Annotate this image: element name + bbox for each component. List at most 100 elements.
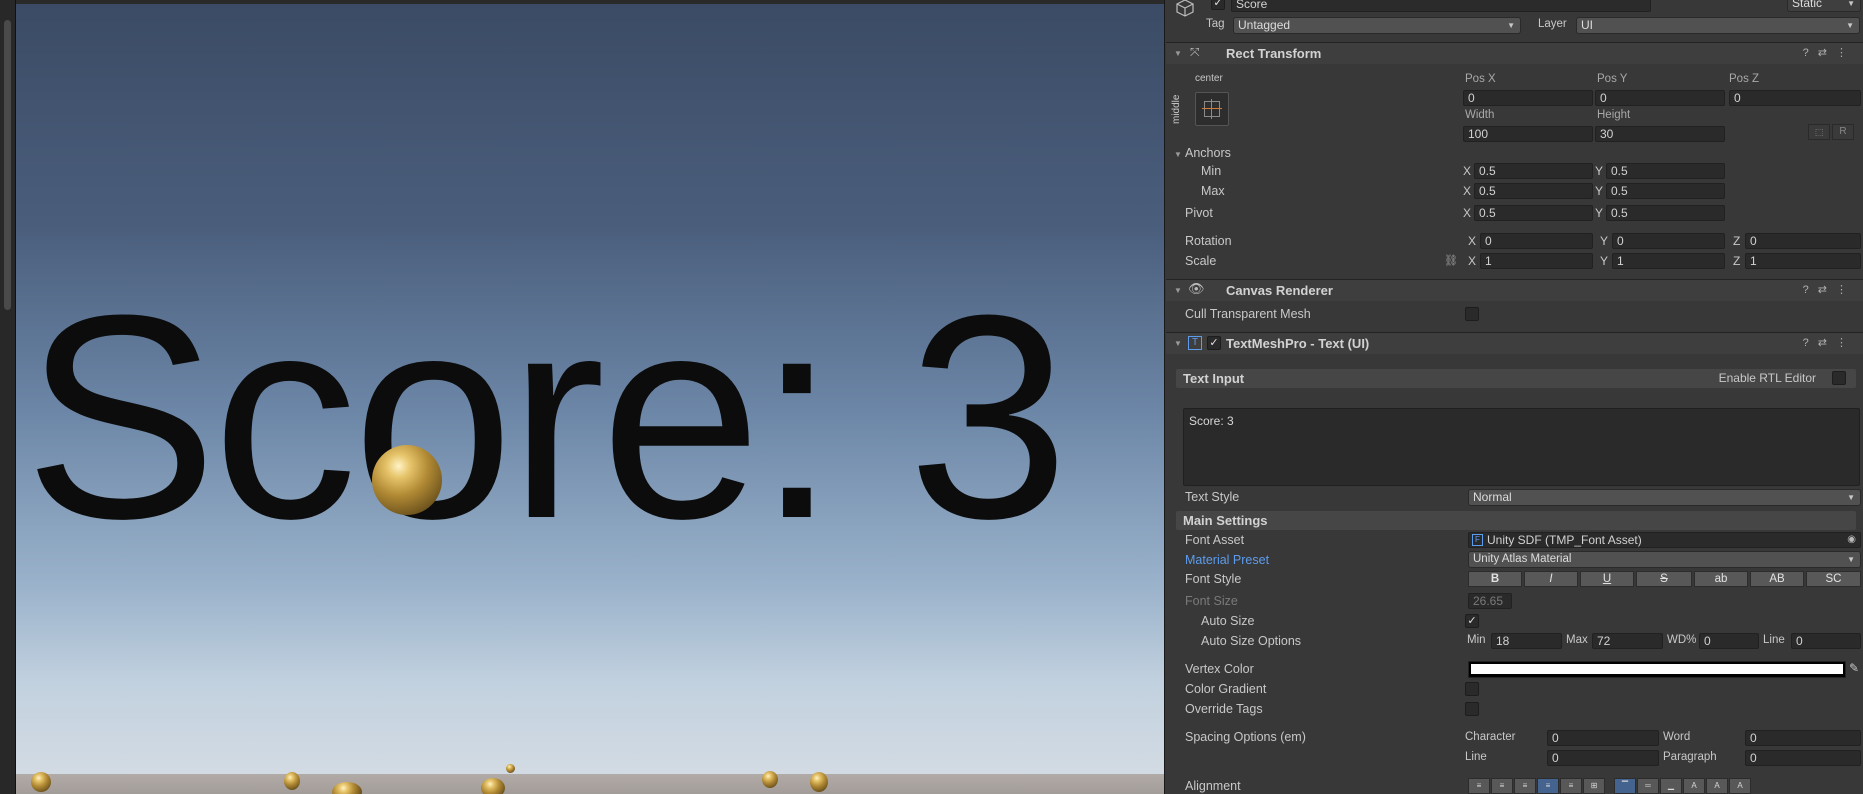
scene-scrollbar[interactable] xyxy=(4,20,11,310)
align-baseline-icon[interactable]: A xyxy=(1683,778,1705,794)
lowercase-button[interactable]: ab xyxy=(1694,571,1748,587)
height-field[interactable]: 30 xyxy=(1595,126,1725,142)
width-field[interactable]: 100 xyxy=(1463,126,1593,142)
component-menu-icons[interactable]: ?⇄⋮ xyxy=(1803,46,1856,59)
pos-y-field[interactable]: 0 xyxy=(1595,90,1725,106)
bold-button[interactable]: B xyxy=(1468,571,1522,587)
cull-transparent-mesh-checkbox[interactable] xyxy=(1465,307,1479,321)
align-top-icon[interactable]: ▔ xyxy=(1614,778,1636,794)
rotation-y-field[interactable]: 0 xyxy=(1612,233,1725,249)
component-menu-icons[interactable]: ?⇄⋮ xyxy=(1803,336,1856,349)
paragraph-spacing-field[interactable]: 0 xyxy=(1745,750,1861,766)
component-menu-icons[interactable]: ?⇄⋮ xyxy=(1803,283,1856,296)
uppercase-button[interactable]: AB xyxy=(1750,571,1804,587)
auto-size-wd-field[interactable]: 0 xyxy=(1699,633,1759,649)
rect-transform-title: Rect Transform xyxy=(1226,46,1322,61)
strikethrough-button[interactable]: S xyxy=(1636,571,1692,587)
pos-x-field[interactable]: 0 xyxy=(1463,90,1593,106)
align-left-icon[interactable]: ≡ xyxy=(1468,778,1490,794)
align-middle-icon[interactable]: ═ xyxy=(1637,778,1659,794)
textmeshpro-header[interactable]: ▼ T ✓ TextMeshPro - Text (UI) ?⇄⋮ xyxy=(1166,332,1863,354)
vertex-color-swatch[interactable] xyxy=(1468,661,1846,678)
text-style-dropdown[interactable]: Normal ▼ xyxy=(1468,489,1861,506)
textmeshpro-enabled-checkbox[interactable]: ✓ xyxy=(1207,336,1221,350)
color-gradient-checkbox[interactable] xyxy=(1465,682,1479,696)
line-label: Line xyxy=(1763,634,1785,646)
anchor-min-y-field[interactable]: 0.5 xyxy=(1606,163,1725,179)
override-tags-label: Override Tags xyxy=(1185,702,1263,716)
font-size-field[interactable]: 26.65 xyxy=(1468,593,1512,609)
word-spacing-field[interactable]: 0 xyxy=(1745,730,1861,746)
align-midline-icon[interactable]: A xyxy=(1706,778,1728,794)
smallcaps-button[interactable]: SC xyxy=(1806,571,1861,587)
gameobject-name-field[interactable]: Score xyxy=(1231,0,1651,12)
material-preset-dropdown[interactable]: Unity Atlas Material ▼ xyxy=(1468,551,1861,568)
auto-size-min-field[interactable]: 18 xyxy=(1491,633,1562,649)
rect-transform-header[interactable]: ▼ ⤧ Rect Transform ?⇄⋮ xyxy=(1166,42,1863,64)
auto-size-line-field[interactable]: 0 xyxy=(1791,633,1861,649)
object-picker-icon[interactable]: ◉ xyxy=(1847,533,1856,547)
align-bottom-icon[interactable]: ▁ xyxy=(1660,778,1682,794)
height-label: Height xyxy=(1597,109,1631,121)
canvas-renderer-header[interactable]: ▼ 👁 Canvas Renderer ?⇄⋮ xyxy=(1166,279,1863,301)
rtl-editor-checkbox[interactable] xyxy=(1832,371,1846,385)
static-toggle[interactable]: Static ▼ xyxy=(1787,0,1861,12)
character-spacing-field[interactable]: 0 xyxy=(1547,730,1659,746)
align-geometry-center-icon[interactable]: ⊞ xyxy=(1583,778,1605,794)
static-label: Static xyxy=(1792,0,1823,10)
rotation-z-field[interactable]: 0 xyxy=(1745,233,1861,249)
anchors-foldout-icon[interactable]: ▼ xyxy=(1174,150,1182,159)
axis-x-label: X xyxy=(1463,164,1472,178)
scale-y-field[interactable]: 1 xyxy=(1612,253,1725,269)
rotation-x-field[interactable]: 0 xyxy=(1480,233,1593,249)
min-label: Min xyxy=(1467,634,1486,646)
text-style-value: Normal xyxy=(1473,490,1512,504)
raw-edit-button[interactable]: R xyxy=(1832,124,1854,140)
foldout-arrow-icon[interactable]: ▼ xyxy=(1174,49,1182,58)
axis-z-label: Z xyxy=(1733,234,1741,248)
pivot-x-field[interactable]: 0.5 xyxy=(1474,205,1593,221)
text-component-icon: T xyxy=(1188,336,1202,350)
anchor-max-y-field[interactable]: 0.5 xyxy=(1606,183,1725,199)
anchor-preset-button[interactable] xyxy=(1195,92,1229,126)
align-center-icon[interactable]: ≡ xyxy=(1491,778,1513,794)
pivot-y-field[interactable]: 0.5 xyxy=(1606,205,1725,221)
chevron-down-icon: ▼ xyxy=(1847,555,1855,564)
anchor-max-label: Max xyxy=(1201,184,1225,198)
font-style-label: Font Style xyxy=(1185,572,1242,586)
align-capline-icon[interactable]: A xyxy=(1729,778,1751,794)
blueprint-mode-button[interactable]: ⬚ xyxy=(1808,124,1830,140)
anchor-max-x-field[interactable]: 0.5 xyxy=(1474,183,1593,199)
line-spacing-label: Line xyxy=(1465,751,1487,763)
word-spacing-label: Word xyxy=(1663,731,1691,743)
font-size-label: Font Size xyxy=(1185,594,1238,608)
line-spacing-field[interactable]: 0 xyxy=(1547,750,1659,766)
pivot-label: Pivot xyxy=(1185,206,1213,220)
font-asset-field[interactable]: F Unity SDF (TMP_Font Asset) ◉ xyxy=(1468,532,1861,548)
constrain-proportions-icon[interactable]: ⛓ xyxy=(1444,254,1458,267)
text-input-area[interactable]: Score: 3 xyxy=(1183,408,1860,486)
align-justified-icon[interactable]: ≡ xyxy=(1537,778,1559,794)
override-tags-checkbox[interactable] xyxy=(1465,702,1479,716)
foldout-arrow-icon[interactable]: ▼ xyxy=(1174,339,1182,348)
layer-value: UI xyxy=(1581,18,1593,32)
game-view[interactable]: Score: 3 xyxy=(16,4,1164,794)
align-flush-icon[interactable]: ≡ xyxy=(1560,778,1582,794)
pos-z-field[interactable]: 0 xyxy=(1729,90,1861,106)
tag-dropdown[interactable]: Untagged ▼ xyxy=(1233,17,1521,34)
gameobject-active-checkbox[interactable]: ✓ xyxy=(1211,0,1225,10)
scale-z-field[interactable]: 1 xyxy=(1745,253,1861,269)
align-right-icon[interactable]: ≡ xyxy=(1514,778,1536,794)
scale-x-field[interactable]: 1 xyxy=(1480,253,1593,269)
layer-dropdown[interactable]: UI ▼ xyxy=(1576,17,1860,34)
auto-size-max-field[interactable]: 72 xyxy=(1592,633,1663,649)
chevron-down-icon: ▼ xyxy=(1507,21,1515,30)
underline-button[interactable]: U xyxy=(1580,571,1634,587)
foldout-arrow-icon[interactable]: ▼ xyxy=(1174,286,1182,295)
italic-button[interactable]: I xyxy=(1524,571,1578,587)
auto-size-checkbox[interactable]: ✓ xyxy=(1465,614,1479,628)
canvas-renderer-title: Canvas Renderer xyxy=(1226,283,1333,298)
anchor-min-x-field[interactable]: 0.5 xyxy=(1474,163,1593,179)
tag-value: Untagged xyxy=(1238,18,1291,32)
eyedropper-icon[interactable]: ✎ xyxy=(1849,661,1859,675)
